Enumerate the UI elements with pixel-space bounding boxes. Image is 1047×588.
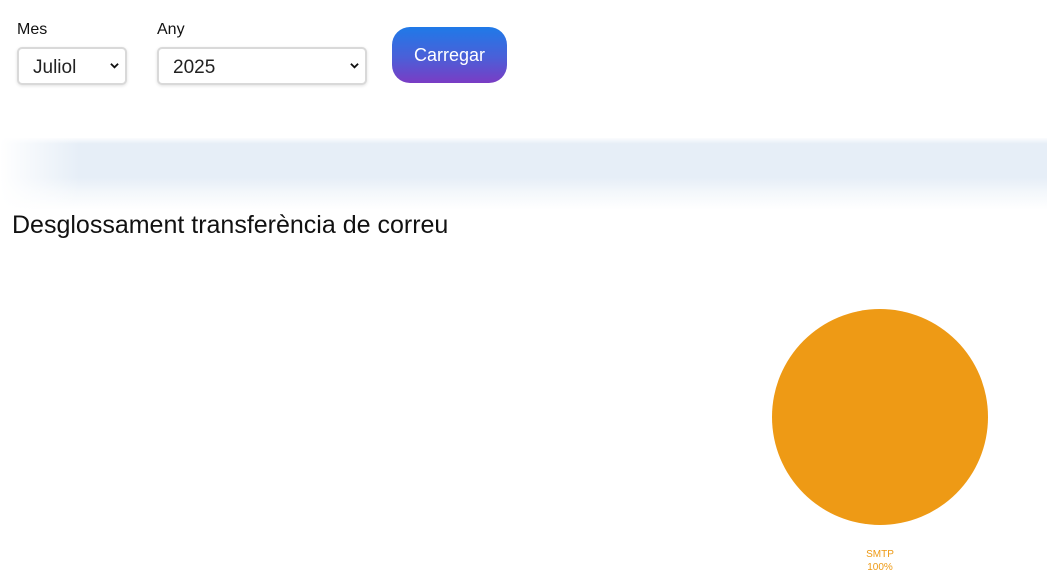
- section-divider: [0, 138, 1047, 210]
- year-select[interactable]: 2025: [157, 47, 367, 85]
- filter-toolbar: Mes Juliol Any 2025 Carregar: [0, 0, 1047, 130]
- year-select-value: 2025: [173, 57, 216, 78]
- pie-slice-smtp[interactable]: [772, 309, 988, 525]
- mail-transfer-chart: SMTP 100%: [0, 260, 1047, 583]
- month-select-value: Juliol: [33, 57, 77, 78]
- pie-slice-label: SMTP: [866, 549, 894, 560]
- year-label: Any: [157, 21, 185, 38]
- month-select[interactable]: Juliol: [17, 47, 127, 85]
- pie-slice-percent: 100%: [867, 562, 893, 573]
- chevron-down-icon: [350, 63, 359, 69]
- load-button[interactable]: Carregar: [392, 27, 507, 83]
- chevron-down-icon: [110, 63, 119, 69]
- pie-chart: SMTP 100%: [772, 309, 988, 573]
- month-label: Mes: [17, 21, 48, 38]
- section-title: Desglossament transferència de correu: [12, 211, 449, 239]
